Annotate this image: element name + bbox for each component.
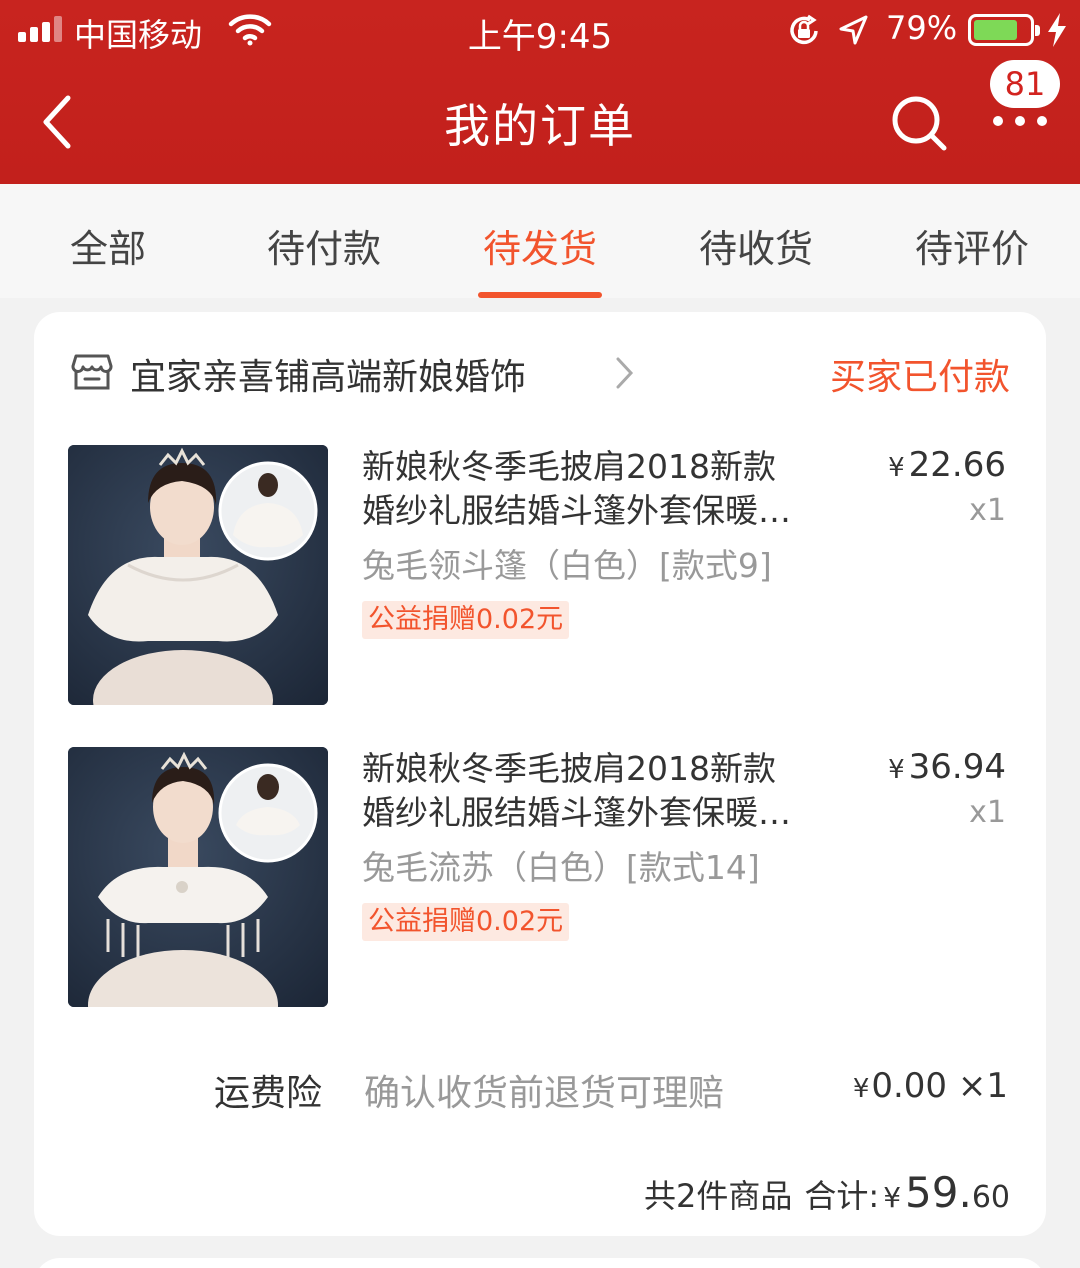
product-sku: 兔毛流苏（白色）[款式14] — [362, 848, 760, 887]
more-dots-icon[interactable] — [990, 104, 1050, 140]
battery-percent: 79% — [886, 9, 958, 47]
next-order-card[interactable] — [34, 1258, 1046, 1268]
header: 中国移动 上午9:45 79% 我的订单 81 — [0, 0, 1080, 184]
product-title-line1: 新娘秋冬季毛披肩2018新款 — [362, 447, 776, 486]
product-title-line1: 新娘秋冬季毛披肩2018新款 — [362, 749, 776, 788]
price-value: 36.94 — [908, 747, 1006, 787]
insurance-description: 确认收货前退货可理赔 — [364, 1073, 725, 1114]
product-title-line2: 婚纱礼服结婚斗篷外套保暖… — [362, 491, 791, 530]
orientation-lock-icon — [786, 14, 822, 52]
currency-symbol: ¥ — [888, 755, 905, 785]
status-bar: 中国移动 上午9:45 79% — [0, 0, 1080, 62]
total-decimal: 60 — [971, 1180, 1010, 1215]
insurance-quantity: ×1 — [957, 1066, 1008, 1106]
order-tabs: 全部 待付款 待发货 待收货 待评价 — [0, 184, 1080, 298]
charity-tag: 公益捐赠0.02元 — [362, 601, 570, 639]
location-arrow-icon — [838, 14, 868, 50]
order-card[interactable]: 宜家亲喜铺高端新娘婚饰 买家已付款 新娘秋冬季毛披肩2018新款 婚纱礼服结婚斗… — [34, 312, 1046, 1236]
insurance-price-value: 0.00 — [871, 1066, 948, 1106]
order-item[interactable]: 新娘秋冬季毛披肩2018新款 婚纱礼服结婚斗篷外套保暖… 兔毛流苏（白色）[款式… — [68, 747, 1008, 1007]
tab-pending-receipt[interactable]: 待收货 — [656, 218, 856, 273]
product-quantity: x1 — [969, 795, 1006, 830]
battery-icon — [968, 14, 1040, 46]
insurance-label: 运费险 — [214, 1073, 323, 1114]
order-item[interactable]: 新娘秋冬季毛披肩2018新款 婚纱礼服结婚斗篷外套保暖… 兔毛领斗篷（白色）[款… — [68, 445, 1008, 705]
product-title[interactable]: 新娘秋冬季毛披肩2018新款 婚纱礼服结婚斗篷外套保暖… — [362, 445, 832, 533]
product-title-line2: 婚纱礼服结婚斗篷外套保暖… — [362, 793, 791, 832]
currency-symbol: ¥ — [883, 1181, 902, 1214]
price-value: 22.66 — [908, 445, 1006, 485]
total-integer: 59. — [905, 1168, 972, 1217]
currency-symbol: ¥ — [888, 453, 905, 483]
notification-badge: 81 — [990, 60, 1060, 108]
insurance-price: ¥0.00 ×1 — [853, 1066, 1008, 1106]
product-title[interactable]: 新娘秋冬季毛披肩2018新款 婚纱礼服结婚斗篷外套保暖… — [362, 747, 832, 835]
product-sku: 兔毛领斗篷（白色）[款式9] — [362, 546, 772, 585]
shop-name[interactable]: 宜家亲喜铺高端新娘婚饰 — [130, 348, 526, 400]
charity-tag: 公益捐赠0.02元 — [362, 903, 570, 941]
currency-symbol: ¥ — [852, 1074, 870, 1104]
tab-pending-review[interactable]: 待评价 — [872, 218, 1072, 273]
tab-pending-shipment[interactable]: 待发货 — [440, 218, 640, 273]
shop-header[interactable]: 宜家亲喜铺高端新娘婚饰 买家已付款 — [70, 348, 1010, 398]
product-quantity: x1 — [969, 493, 1006, 528]
product-price: ¥36.94 — [888, 747, 1006, 787]
product-price: ¥22.66 — [888, 445, 1006, 485]
charging-bolt-icon — [1046, 12, 1068, 52]
tab-pending-payment[interactable]: 待付款 — [224, 218, 424, 273]
item-count: 共2件商品 — [644, 1177, 793, 1215]
order-total: 共2件商品 合计: ¥59.60 — [644, 1168, 1010, 1228]
shop-icon — [70, 350, 114, 398]
product-image[interactable] — [68, 445, 328, 705]
tab-all[interactable]: 全部 — [8, 218, 208, 273]
product-image[interactable] — [68, 747, 328, 1007]
active-tab-indicator — [478, 292, 602, 298]
total-label: 合计: — [804, 1177, 880, 1215]
order-status: 买家已付款 — [829, 357, 1010, 398]
chevron-right-icon[interactable] — [614, 356, 636, 394]
shipping-insurance-row: 运费险 确认收货前退货可理赔 ¥0.00 ×1 — [68, 1064, 1008, 1114]
search-icon[interactable] — [890, 94, 950, 158]
